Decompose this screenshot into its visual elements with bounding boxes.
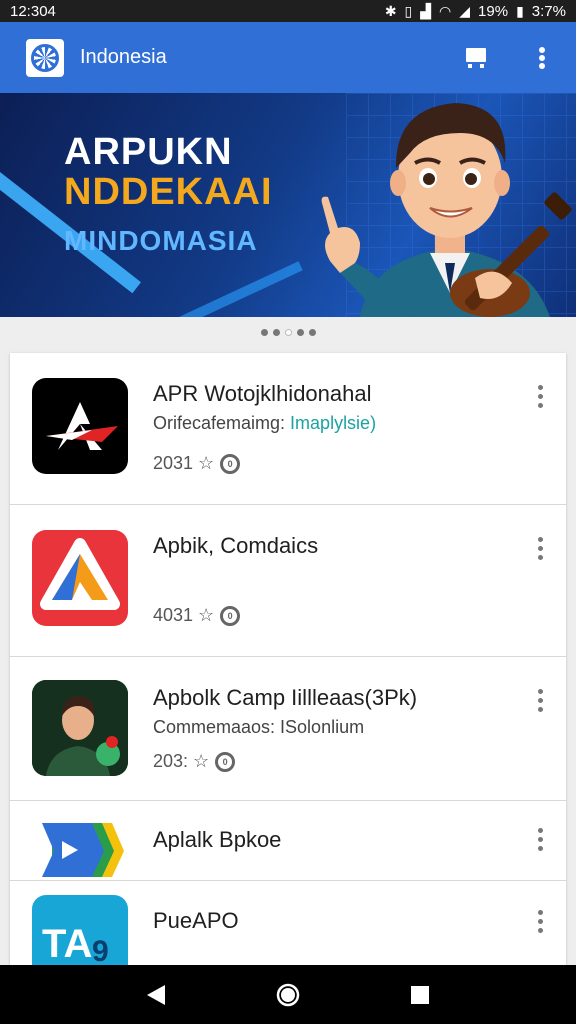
app-subtitle-text: Orifecafemaimg: [153,413,291,433]
recents-icon[interactable] [400,975,440,1015]
more-options-button[interactable] [528,684,552,716]
app-meta-text: 203: ☆ [153,751,210,771]
app-name: Aplalk Bpkoe [153,827,282,852]
app-meta-text: 4031 ☆ [153,605,215,625]
app-list: APR Wotojklhidonahal Orifecafemaimg: Ima… [10,353,566,965]
app-subtitle: Orifecafemaimg: Imaplylsie) [153,413,376,434]
more-options-button[interactable] [528,905,552,937]
banner-line2: NDDEKAAI [64,171,273,213]
status-icons: ✱ ▯ ▟ ◠ ◢ 19% ▮ 3:7% [385,3,566,20]
age-rating-icon: 0 [220,605,241,626]
man-avatar-icon [32,680,128,776]
banner-line3: MINDOMASIA [64,225,258,256]
cast-icon[interactable] [458,40,494,76]
carousel-dot[interactable] [272,328,280,336]
battery-percent: 19% [478,2,509,20]
tap-logo-icon: TA 9 [32,895,128,965]
list-item[interactable]: TA 9 PueAPO [10,881,566,965]
play-arrow-tag-icon [32,815,128,881]
status-bar: 12:304 ✱ ▯ ▟ ◠ ◢ 19% ▮ 3:7% [0,0,576,22]
signal-icon: ▟ [420,2,432,19]
more-options-button[interactable] [528,532,552,564]
carousel-dot[interactable] [296,328,304,336]
promo-banner[interactable]: ARPUKN NDDEKAAI MINDOMASIA [0,93,576,317]
wifi-icon: ◠ [439,2,452,19]
system-nav-bar [0,965,576,1024]
triangle-logo-icon [32,530,128,626]
age-rating-icon: 0 [220,453,241,474]
status-clock-right: 3:7% [531,2,566,20]
app-name: PueAPO [153,908,239,933]
app-meta-text: 2031 ☆ [153,453,215,473]
bluetooth-icon: ✱ [384,2,397,19]
list-item[interactable]: APR Wotojklhidonahal Orifecafemaimg: Ima… [10,353,566,505]
app-subtitle-highlight: Imaplylsie) [290,413,377,433]
back-icon[interactable] [136,975,176,1015]
vibrate-icon: ▯ [404,2,413,19]
list-item[interactable]: Apbik, Comdaics 4031 ☆ 0 [10,505,566,657]
carousel-dot-active[interactable] [284,328,292,336]
app-name: APR Wotojklhidonahal [153,381,372,406]
carousel-dot[interactable] [260,328,268,336]
app-title: Indonesia [80,46,167,68]
more-options-button[interactable] [528,380,552,412]
home-icon[interactable] [268,975,308,1015]
more-options-button[interactable] [528,823,552,855]
app-subtitle: Commemaaos: ISolonlium [153,717,364,738]
status-time: 12:304 [10,2,56,20]
app-name: Apbik, Comdaics [153,533,319,558]
carousel-dot[interactable] [308,328,316,336]
cell-signal-icon: ◢ [459,2,471,19]
letter-a-arrow-icon [32,378,128,474]
app-subtitle-text: Commemaaos: ISolonlium [153,717,365,737]
svg-text:9: 9 [92,935,109,965]
app-name: Apbolk Camp Iillleaas(3Pk) [153,685,418,710]
banner-line1: ARPUKN [64,131,233,173]
app-meta: 203: ☆ 0 [153,751,236,772]
svg-text:TA: TA [42,922,92,965]
carousel-indicator[interactable] [0,317,576,347]
cartoon-character-illustration [321,103,572,317]
list-item[interactable]: Aplalk Bpkoe [10,801,566,881]
age-rating-icon: 0 [215,751,236,772]
app-meta: 2031 ☆ 0 [153,453,241,474]
app-bar: Indonesia [0,22,576,93]
app-meta: 4031 ☆ 0 [153,605,241,626]
list-item[interactable]: Apbolk Camp Iillleaas(3Pk) Commemaaos: I… [10,657,566,801]
more-vert-icon[interactable] [524,40,560,76]
emblem-logo-icon [26,38,64,77]
battery-icon: ▮ [516,2,524,19]
